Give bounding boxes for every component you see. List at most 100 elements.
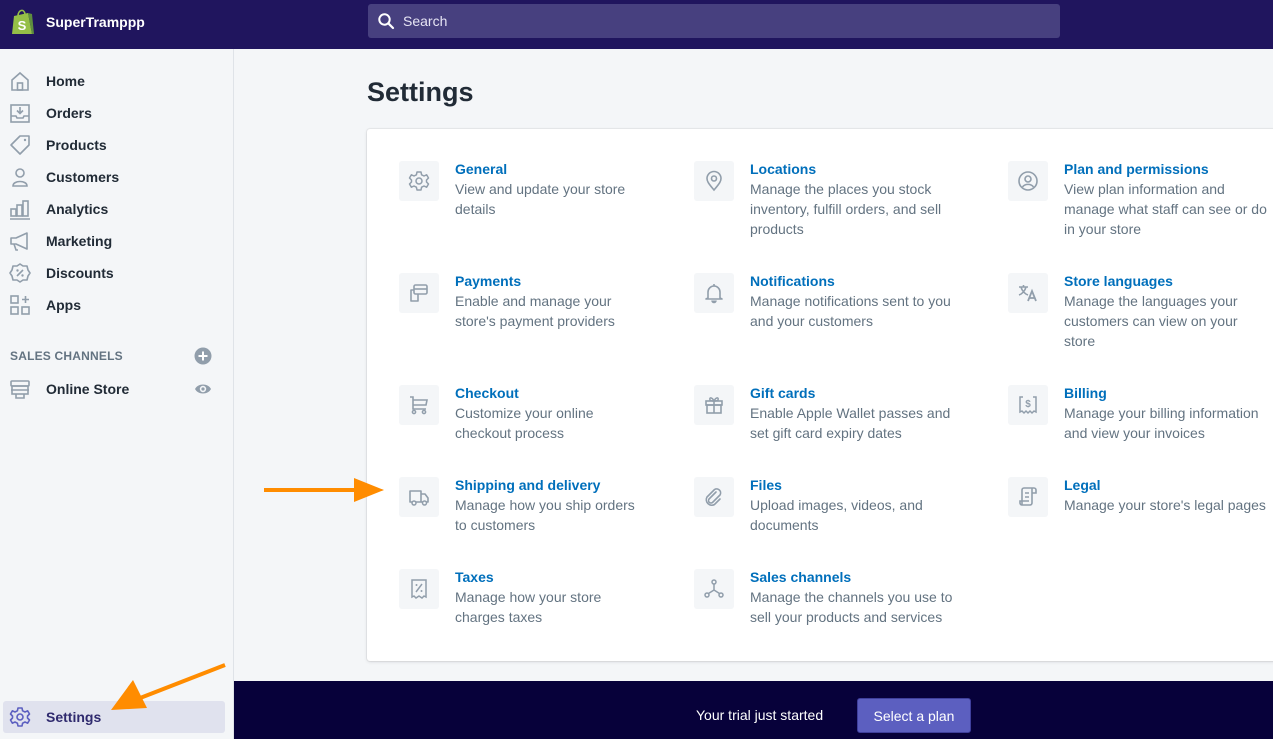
setting-description: Manage how your store bbox=[455, 589, 602, 605]
trial-message: Your trial just started bbox=[696, 707, 824, 723]
sidebar-item-label: Apps bbox=[46, 297, 81, 313]
gear-icon bbox=[9, 706, 31, 728]
discount-icon bbox=[9, 262, 31, 284]
setting-plan-and-permissions[interactable]: Plan and permissions View plan informati… bbox=[1008, 161, 1267, 239]
setting-title[interactable]: Notifications bbox=[750, 271, 951, 291]
setting-description: Enable Apple Wallet passes and bbox=[750, 405, 951, 421]
setting-description: Customize your online bbox=[455, 405, 594, 421]
store-brand[interactable]: S SuperTramppp bbox=[10, 8, 145, 36]
search-bar[interactable] bbox=[368, 4, 1060, 38]
person-icon bbox=[9, 166, 31, 188]
sidebar-item-apps[interactable]: Apps bbox=[0, 289, 230, 321]
sidebar-item-customers[interactable]: Customers bbox=[0, 161, 230, 193]
setting-title[interactable]: Sales channels bbox=[750, 567, 952, 587]
setting-title[interactable]: Store languages bbox=[1064, 271, 1238, 291]
sidebar-item-label: Products bbox=[46, 137, 107, 153]
setting-legal[interactable]: Legal Manage your store's legal pages bbox=[1008, 477, 1266, 517]
setting-description: checkout process bbox=[455, 425, 564, 441]
view-online-store-eye-icon[interactable] bbox=[194, 380, 212, 398]
setting-checkout[interactable]: Checkout Customize your online checkout … bbox=[399, 385, 594, 443]
setting-description: Manage the channels you use to bbox=[750, 589, 953, 605]
select-plan-button[interactable]: Select a plan bbox=[857, 698, 971, 733]
setting-taxes[interactable]: Taxes Manage how your store charges taxe… bbox=[399, 569, 601, 627]
setting-description: Enable and manage your bbox=[455, 293, 612, 309]
trial-banner: Your trial just started Select a plan bbox=[234, 681, 1273, 739]
setting-gift-cards[interactable]: Gift cards Enable Apple Wallet passes an… bbox=[694, 385, 950, 443]
sidebar-item-label: Marketing bbox=[46, 233, 113, 249]
sidebar-item-settings[interactable]: Settings bbox=[3, 701, 225, 733]
gift-icon bbox=[694, 385, 734, 425]
setting-description: manage what staff can see or do bbox=[1064, 201, 1267, 217]
setting-description: documents bbox=[750, 517, 819, 533]
setting-description: details bbox=[455, 201, 496, 217]
sidebar-item-label: Online Store bbox=[46, 381, 130, 397]
page-title: Settings bbox=[367, 77, 474, 107]
setting-billing[interactable]: $ Billing Manage your billing informatio… bbox=[1008, 385, 1259, 443]
setting-locations[interactable]: Locations Manage the places you stock in… bbox=[694, 161, 941, 239]
sidebar-item-products[interactable]: Products bbox=[0, 129, 230, 161]
setting-description: and your customers bbox=[750, 313, 873, 329]
setting-description: Manage the places you stock bbox=[750, 181, 932, 197]
setting-title[interactable]: Gift cards bbox=[750, 383, 950, 403]
sidebar-item-orders[interactable]: Orders bbox=[0, 97, 230, 129]
bar-chart-icon bbox=[9, 198, 31, 220]
sidebar-item-label: Home bbox=[46, 73, 85, 89]
setting-description: store bbox=[1064, 333, 1096, 349]
add-sales-channel-icon[interactable] bbox=[194, 347, 212, 365]
setting-sales-channels[interactable]: Sales channels Manage the channels you u… bbox=[694, 569, 952, 627]
store-icon bbox=[9, 378, 31, 400]
setting-description: inventory, fulfill orders, and sell bbox=[750, 201, 942, 217]
setting-description: to customers bbox=[455, 517, 536, 533]
shopify-logo-icon: S bbox=[12, 9, 34, 34]
setting-title[interactable]: Shipping and delivery bbox=[455, 475, 635, 495]
tax-receipt-icon bbox=[399, 569, 439, 609]
store-name: SuperTramppp bbox=[46, 14, 145, 30]
gear-icon bbox=[399, 161, 439, 201]
payments-icon bbox=[399, 273, 439, 313]
billing-icon: $ bbox=[1008, 385, 1048, 425]
setting-title[interactable]: Payments bbox=[455, 271, 615, 291]
truck-icon bbox=[399, 477, 439, 517]
setting-title[interactable]: Files bbox=[750, 475, 923, 495]
setting-payments[interactable]: Payments Enable and manage your store's … bbox=[399, 273, 615, 331]
setting-general[interactable]: General View and update your store detai… bbox=[399, 161, 625, 219]
svg-text:S: S bbox=[18, 18, 27, 33]
megaphone-icon bbox=[9, 230, 31, 252]
setting-description: set gift card expiry dates bbox=[750, 425, 902, 441]
bell-icon bbox=[694, 273, 734, 313]
setting-title[interactable]: Checkout bbox=[455, 383, 594, 403]
channels-icon bbox=[694, 569, 734, 609]
sidebar-item-label: Analytics bbox=[46, 201, 109, 217]
setting-title[interactable]: Locations bbox=[750, 159, 941, 179]
sidebar-item-label: Customers bbox=[46, 169, 120, 185]
setting-store-languages[interactable]: Store languages Manage the languages you… bbox=[1008, 273, 1238, 351]
setting-title[interactable]: Plan and permissions bbox=[1064, 159, 1267, 179]
sidebar-item-discounts[interactable]: Discounts bbox=[0, 257, 230, 289]
setting-description: store's payment providers bbox=[455, 313, 615, 329]
setting-notifications[interactable]: Notifications Manage notifications sent … bbox=[694, 273, 951, 331]
setting-description: sell your products and services bbox=[750, 609, 943, 625]
svg-text:$: $ bbox=[1025, 399, 1031, 410]
setting-description: in your store bbox=[1064, 221, 1142, 237]
location-pin-icon bbox=[694, 161, 734, 201]
user-circle-icon bbox=[1008, 161, 1048, 201]
translate-icon bbox=[1008, 273, 1048, 313]
setting-title[interactable]: Taxes bbox=[455, 567, 601, 587]
setting-description: Manage your store's legal pages bbox=[1064, 497, 1266, 513]
setting-title[interactable]: Billing bbox=[1064, 383, 1259, 403]
setting-files[interactable]: Files Upload images, videos, and documen… bbox=[694, 477, 923, 535]
sidebar-item-label: Settings bbox=[46, 709, 102, 725]
sales-channels-heading: SALES CHANNELS bbox=[10, 349, 123, 363]
search-input[interactable] bbox=[403, 13, 1043, 29]
setting-title[interactable]: Legal bbox=[1064, 475, 1266, 495]
sidebar-item-analytics[interactable]: Analytics bbox=[0, 193, 230, 225]
setting-description: and view your invoices bbox=[1064, 425, 1205, 441]
sidebar-item-label: Discounts bbox=[46, 265, 114, 281]
setting-title[interactable]: General bbox=[455, 159, 625, 179]
sidebar: Home Orders Products Customers Analytics… bbox=[0, 49, 234, 739]
setting-description: charges taxes bbox=[455, 609, 543, 625]
sidebar-item-marketing[interactable]: Marketing bbox=[0, 225, 230, 257]
setting-shipping-and-delivery[interactable]: Shipping and delivery Manage how you shi… bbox=[399, 477, 635, 535]
main-content: Settings General View and update your st… bbox=[234, 49, 1273, 681]
sidebar-item-home[interactable]: Home bbox=[0, 65, 230, 97]
